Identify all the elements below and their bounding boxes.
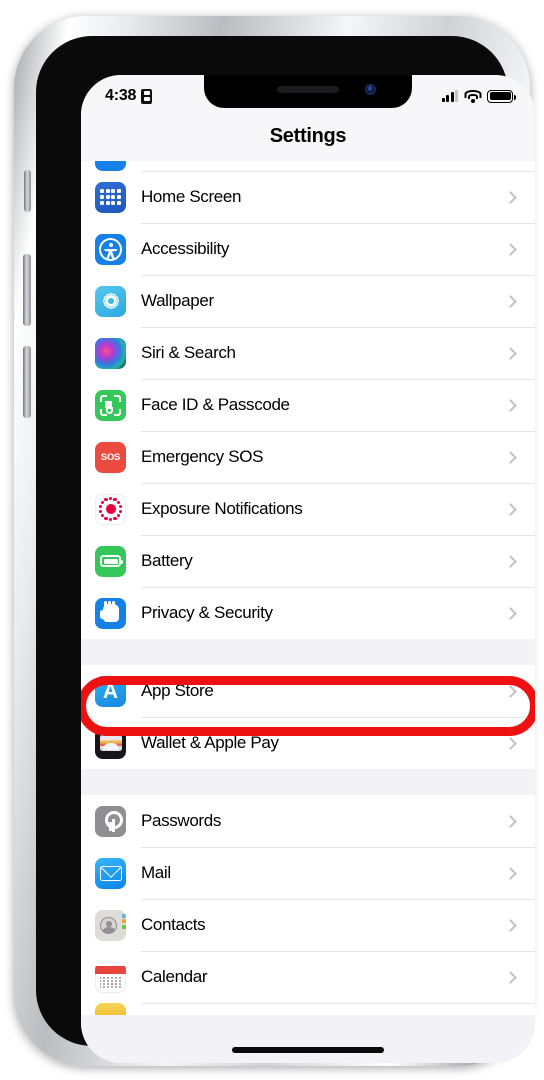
status-bar-left: 4:38 [105, 87, 153, 105]
chevron-right-icon [504, 918, 517, 932]
list-item-label: Privacy & Security [141, 603, 273, 622]
list-item-label: Calendar [141, 967, 208, 986]
chevron-right-icon [504, 970, 517, 984]
privacy-security-icon [95, 597, 126, 629]
chevron-right-icon [504, 294, 517, 308]
chevron-right-icon [504, 814, 517, 828]
chevron-right-icon [504, 736, 517, 750]
list-item-label: Exposure Notifications [141, 499, 303, 518]
chevron-right-icon [504, 866, 517, 880]
exposure-notifications-icon [95, 493, 126, 525]
emergency-sos-icon: SOS [95, 441, 126, 473]
list-item-label: Emergency SOS [141, 447, 264, 466]
chevron-right-icon [504, 554, 517, 568]
face-id-icon [95, 389, 126, 421]
display-brightness-icon [95, 161, 126, 171]
notch [204, 75, 412, 108]
battery-full-icon [487, 89, 516, 103]
accessibility-icon [95, 233, 126, 265]
sidebar-item-calendar[interactable]: Calendar [81, 951, 535, 1003]
id-card-icon [141, 88, 153, 104]
sidebar-item-app-store[interactable]: A App Store [81, 665, 535, 717]
cellular-signal-icon [441, 90, 458, 102]
list-item-label: App Store [141, 681, 214, 700]
sidebar-item-privacy-security[interactable]: Privacy & Security [81, 587, 535, 639]
sidebar-item-face-id-passcode[interactable]: Face ID & Passcode [81, 379, 535, 431]
wallet-icon [95, 727, 126, 759]
sidebar-item-wallet-apple-pay[interactable]: Wallet & Apple Pay [81, 717, 535, 769]
settings-list[interactable]: Home Screen Accessibility Wallpaper Siri… [81, 161, 535, 1063]
front-camera-icon [365, 84, 376, 95]
wifi-icon [464, 89, 481, 103]
sidebar-item-emergency-sos[interactable]: SOS Emergency SOS [81, 431, 535, 483]
page-title: Settings [269, 124, 347, 147]
volume-up-button[interactable] [23, 254, 31, 326]
list-item-label: Home Screen [141, 187, 242, 206]
chevron-right-icon [504, 398, 517, 412]
list-item-label: Contacts [141, 915, 206, 934]
home-indicator[interactable] [232, 1047, 384, 1053]
status-bar-right [441, 89, 516, 103]
chevron-right-icon [504, 346, 517, 360]
list-item-label: Siri & Search [141, 343, 236, 362]
volume-down-button[interactable] [23, 346, 31, 418]
mail-icon [95, 857, 126, 889]
sidebar-item-home-screen[interactable]: Home Screen [81, 171, 535, 223]
settings-group-system: Home Screen Accessibility Wallpaper Siri… [81, 161, 535, 639]
phone-frame: 4:38 Settings Home Screen Accessibility … [14, 16, 535, 1066]
list-item-label: Wallpaper [141, 291, 214, 310]
sidebar-item-siri-search[interactable]: Siri & Search [81, 327, 535, 379]
passwords-icon [95, 805, 126, 837]
chevron-right-icon [504, 242, 517, 256]
sidebar-item-exposure-notifications[interactable]: Exposure Notifications [81, 483, 535, 535]
wallpaper-icon [95, 285, 126, 317]
mute-switch[interactable] [24, 170, 31, 212]
list-item-label: Wallet & Apple Pay [141, 733, 279, 752]
list-item-partial-display-brightness[interactable] [81, 161, 535, 171]
sidebar-item-wallpaper[interactable]: Wallpaper [81, 275, 535, 327]
phone-screen: 4:38 Settings Home Screen Accessibility … [81, 75, 535, 1063]
list-item-label: Battery [141, 551, 193, 570]
contacts-icon [95, 909, 126, 941]
navigation-bar: Settings [81, 111, 535, 161]
chevron-right-icon [504, 450, 517, 464]
battery-icon [95, 545, 126, 577]
sidebar-item-contacts[interactable]: Contacts [81, 899, 535, 951]
earpiece-speaker [277, 86, 339, 93]
app-store-icon: A [95, 675, 126, 707]
list-item-partial-notes[interactable] [81, 1003, 535, 1015]
settings-group-apps: Passwords Mail Contacts Calendar [81, 795, 535, 1015]
sidebar-item-accessibility[interactable]: Accessibility [81, 223, 535, 275]
screenshot-root: 4:38 Settings Home Screen Accessibility … [0, 0, 544, 1080]
chevron-right-icon [504, 606, 517, 620]
list-item-label: Face ID & Passcode [141, 395, 290, 414]
notes-icon [95, 1003, 126, 1015]
siri-icon [95, 337, 126, 369]
chevron-right-icon [504, 502, 517, 516]
list-item-label: Accessibility [141, 239, 230, 258]
calendar-icon [95, 961, 126, 993]
list-item-label: Mail [141, 863, 171, 882]
settings-group-store: A App Store Wallet & Apple Pay [81, 665, 535, 769]
chevron-right-icon [504, 190, 517, 204]
app-store-glyph: A [102, 679, 119, 703]
sidebar-item-passwords[interactable]: Passwords [81, 795, 535, 847]
phone-bezel: 4:38 Settings Home Screen Accessibility … [36, 36, 535, 1063]
sidebar-item-battery[interactable]: Battery [81, 535, 535, 587]
chevron-right-icon [504, 684, 517, 698]
sidebar-item-mail[interactable]: Mail [81, 847, 535, 899]
status-time: 4:38 [105, 87, 137, 104]
home-screen-icon [95, 181, 126, 213]
list-item-label: Passwords [141, 811, 221, 830]
